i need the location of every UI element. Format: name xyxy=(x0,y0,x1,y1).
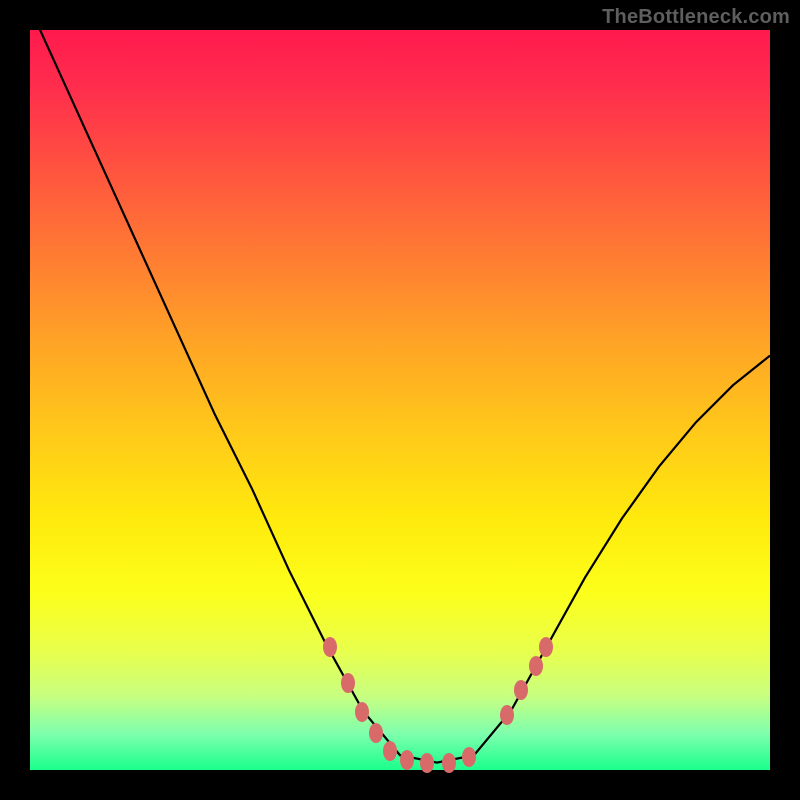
watermark-text: TheBottleneck.com xyxy=(602,6,790,29)
data-marker xyxy=(514,680,528,700)
curve-path xyxy=(30,30,770,763)
data-marker xyxy=(420,753,434,773)
data-marker xyxy=(500,705,514,725)
data-marker xyxy=(462,747,476,767)
curve-svg xyxy=(30,30,770,770)
data-marker xyxy=(529,656,543,676)
data-marker xyxy=(400,750,414,770)
data-marker xyxy=(341,673,355,693)
data-marker xyxy=(369,723,383,743)
data-marker xyxy=(355,702,369,722)
data-marker xyxy=(442,753,456,773)
chart-frame: TheBottleneck.com xyxy=(0,0,800,800)
data-marker xyxy=(383,741,397,761)
data-marker xyxy=(323,637,337,657)
plot-area xyxy=(30,30,770,770)
data-marker xyxy=(539,637,553,657)
